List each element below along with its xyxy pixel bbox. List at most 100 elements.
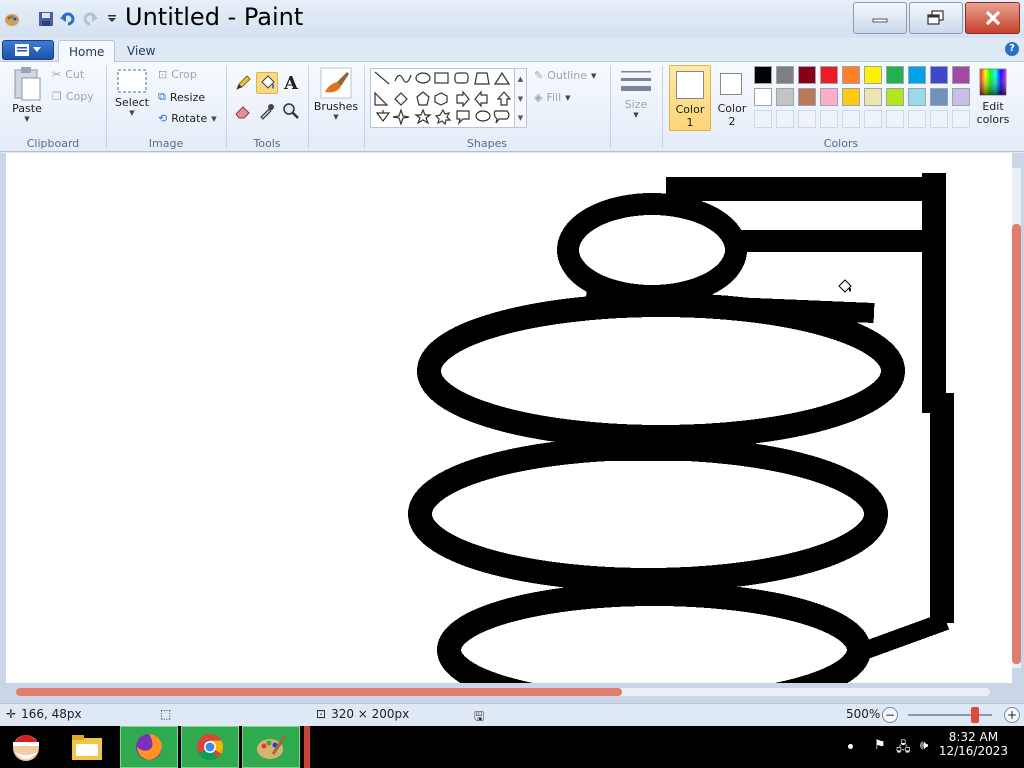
color1-label: Color <box>675 103 705 116</box>
save-icon[interactable] <box>36 10 56 28</box>
shapes-gallery <box>370 68 526 128</box>
undo-icon[interactable] <box>58 10 78 28</box>
color1-button[interactable]: Color 1 <box>669 65 711 131</box>
color2-button[interactable]: Color 2 <box>713 65 751 131</box>
redo-icon[interactable] <box>80 10 100 28</box>
expand-gallery-icon[interactable]: ▼ <box>515 109 526 127</box>
colors-group-label: Colors <box>823 137 859 150</box>
magnifier-tool[interactable] <box>280 100 302 122</box>
tab-home[interactable]: Home <box>58 40 116 62</box>
fill-bucket-icon <box>261 75 275 89</box>
ribbon-tabs: Home View ? <box>0 38 1024 62</box>
palette-swatch[interactable] <box>908 88 926 106</box>
zoom-out-button[interactable]: − <box>882 707 898 723</box>
customize-qat-chevron-icon[interactable] <box>102 10 122 28</box>
clock[interactable]: 8:32 AM 12/16/2023 <box>939 730 1008 758</box>
palette-swatch[interactable] <box>952 88 970 106</box>
palette-swatch[interactable] <box>908 66 926 84</box>
palette-swatch[interactable] <box>776 88 794 106</box>
tab-view[interactable]: View <box>117 40 165 62</box>
cut-button[interactable]: ✂ Cut <box>52 68 84 81</box>
palette-swatch[interactable] <box>842 88 860 106</box>
palette-swatch[interactable] <box>798 66 816 84</box>
taskbar-chrome[interactable] <box>181 726 239 768</box>
zoom-slider-thumb[interactable] <box>971 707 980 723</box>
palette-swatch[interactable] <box>864 66 882 84</box>
custom-color-slot[interactable] <box>820 110 838 128</box>
rotate-dropdown-icon: ▼ <box>211 114 217 123</box>
custom-color-slot[interactable] <box>776 110 794 128</box>
paste-icon <box>14 67 41 101</box>
taskbar-file-explorer[interactable] <box>60 726 114 768</box>
file-menu-button[interactable] <box>2 40 54 60</box>
shapes-scroll[interactable]: ▲ ▼ ▼ <box>514 68 527 128</box>
minimize-button[interactable] <box>853 2 907 34</box>
eraser-icon <box>235 106 250 119</box>
select-button[interactable]: Select ▼ <box>112 68 152 117</box>
scroll-up-icon[interactable]: ▲ <box>515 69 526 89</box>
custom-color-slot[interactable] <box>798 110 816 128</box>
palette-swatch[interactable] <box>754 66 772 84</box>
scroll-down-icon[interactable]: ▼ <box>515 89 526 109</box>
selection-size: ⬚ <box>160 707 171 721</box>
resize-button[interactable]: ⧉ Resize <box>158 90 205 104</box>
paste-button[interactable]: Paste ▼ <box>8 66 46 123</box>
custom-color-slot[interactable] <box>930 110 948 128</box>
drawing-canvas[interactable] <box>6 153 1012 683</box>
fill-tool[interactable] <box>256 72 278 94</box>
fill-cursor-icon <box>836 277 854 298</box>
start-button[interactable] <box>2 726 50 768</box>
zoom-slider[interactable] <box>908 714 992 716</box>
rotate-button[interactable]: ⟲ Rotate ▼ <box>158 112 217 125</box>
palette-swatch[interactable] <box>886 66 904 84</box>
horizontal-scroll-thumb[interactable] <box>16 688 622 696</box>
custom-color-slot[interactable] <box>842 110 860 128</box>
vertical-scroll-thumb[interactable] <box>1012 224 1021 664</box>
palette-swatch[interactable] <box>820 88 838 106</box>
custom-color-slot[interactable] <box>952 110 970 128</box>
brushes-button[interactable]: Brushes ▼ <box>312 66 360 121</box>
custom-color-slot[interactable] <box>908 110 926 128</box>
palette-swatch[interactable] <box>952 66 970 84</box>
close-button[interactable] <box>965 2 1020 34</box>
paint-app-icon[interactable] <box>2 10 22 28</box>
zoom-in-button[interactable]: + <box>1004 707 1020 723</box>
palette-swatch[interactable] <box>798 88 816 106</box>
palette-swatch[interactable] <box>754 88 772 106</box>
palette-swatch[interactable] <box>930 88 948 106</box>
palette-swatch[interactable] <box>930 66 948 84</box>
shapes-group-label: Shapes <box>466 137 508 150</box>
text-tool[interactable]: A <box>280 72 302 94</box>
crop-icon: ⊡ <box>158 68 168 81</box>
palette-swatch[interactable] <box>776 66 794 84</box>
custom-color-slot[interactable] <box>864 110 882 128</box>
copy-button[interactable]: ❐ Copy <box>52 90 94 103</box>
color-picker-tool[interactable] <box>256 100 278 122</box>
size-button[interactable]: Size ▼ <box>616 68 656 119</box>
palette-swatch[interactable] <box>886 88 904 106</box>
zoom-level: 500% <box>846 707 881 721</box>
palette-swatch[interactable] <box>820 66 838 84</box>
notification-dot-icon <box>848 744 853 749</box>
custom-color-slot[interactable] <box>754 110 772 128</box>
outline-button[interactable]: ✎ Outline ▼ <box>534 69 596 82</box>
taskbar-firefox[interactable] <box>120 726 178 768</box>
color2-swatch <box>720 73 742 95</box>
color2-number: 2 <box>728 115 736 128</box>
custom-color-slot[interactable] <box>886 110 904 128</box>
restore-button[interactable] <box>909 2 963 34</box>
palette-swatch[interactable] <box>864 88 882 106</box>
taskbar-paint[interactable] <box>242 726 300 768</box>
fill-button[interactable]: ◈ Fill ▼ <box>534 91 571 104</box>
volume-icon[interactable]: 🕪 <box>920 738 928 753</box>
eraser-tool[interactable] <box>232 100 254 122</box>
cursor-position: ✛ 166, 48px <box>6 707 82 721</box>
help-icon[interactable]: ? <box>1005 42 1019 56</box>
clock-date: 12/16/2023 <box>938 744 1008 758</box>
network-icon[interactable]: 🖧 <box>896 738 911 760</box>
crop-button[interactable]: ⊡ Crop <box>158 68 197 81</box>
action-center-flag-icon[interactable]: ⚑ <box>874 738 886 753</box>
edit-colors-button[interactable]: Edit colors <box>973 67 1013 126</box>
pencil-tool[interactable] <box>232 72 254 94</box>
palette-swatch[interactable] <box>842 66 860 84</box>
